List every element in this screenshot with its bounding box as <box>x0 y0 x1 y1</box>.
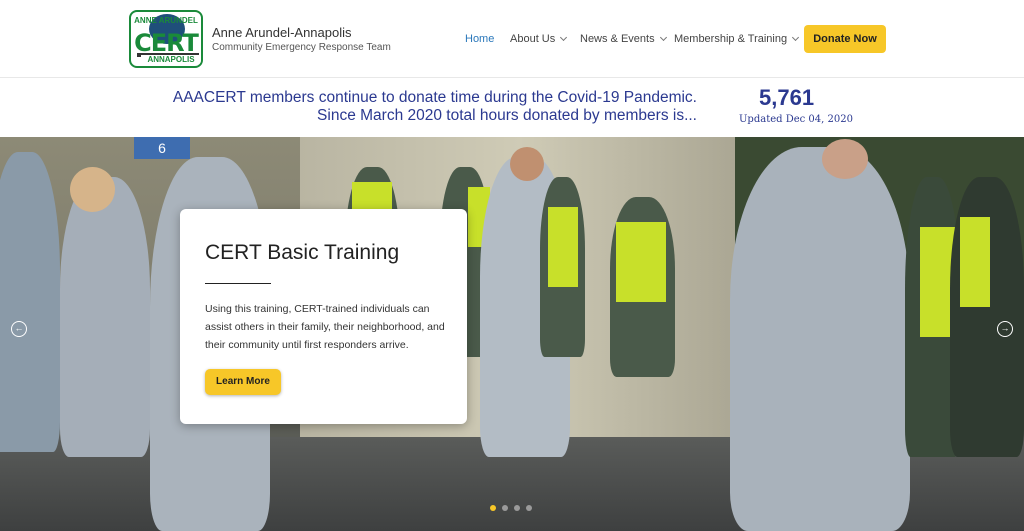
slide-dot-3[interactable] <box>514 505 520 511</box>
safety-vest <box>616 222 666 302</box>
nav-about-us-label: About Us <box>510 33 556 45</box>
nav-about-us[interactable]: About Us <box>510 33 568 45</box>
site-subtitle: Community Emergency Response Team <box>212 42 391 53</box>
banner-line-2: Since March 2020 total hours donated by … <box>317 107 697 124</box>
logo-bottom-text: ANNAPOLIS <box>141 55 201 64</box>
wall-sign: 6 <box>134 137 190 159</box>
nav-membership-training[interactable]: Membership & Training <box>674 33 800 45</box>
hero-slider: 6 CERT Basic Training Using this trainin… <box>0 137 1024 531</box>
safety-vest <box>960 217 990 307</box>
nav-membership-training-label: Membership & Training <box>674 33 788 45</box>
site-logo[interactable]: ANNE ARUNDEL CERT ANNAPOLIS <box>129 10 203 68</box>
arrow-right-circle-icon[interactable]: → <box>997 321 1013 337</box>
person-silhouette <box>60 177 150 457</box>
donate-button[interactable]: Donate Now <box>804 25 886 53</box>
nav-news-events-label: News & Events <box>580 33 655 45</box>
person-head <box>822 139 868 179</box>
person-silhouette <box>0 152 60 452</box>
safety-vest <box>548 207 578 287</box>
hours-counter: 5,761 <box>759 85 815 110</box>
person-head <box>70 167 115 212</box>
learn-more-button[interactable]: Learn More <box>205 369 281 395</box>
arrow-left-circle-icon[interactable]: ← <box>11 321 27 337</box>
chevron-down-icon <box>560 33 568 42</box>
slide-indicators <box>490 498 538 516</box>
slide-dot-4[interactable] <box>526 505 532 511</box>
title-divider <box>205 283 271 284</box>
person-silhouette <box>730 147 910 531</box>
logo-top-text: ANNE ARUNDEL <box>134 16 198 25</box>
chevron-down-icon <box>659 33 667 42</box>
site-header: ANNE ARUNDEL CERT ANNAPOLIS Anne Arundel… <box>0 0 1024 78</box>
banner-message: AAACERT members continue to donate time … <box>173 89 697 125</box>
banner-line-1: AAACERT members continue to donate time … <box>172 89 697 106</box>
slide-dot-1[interactable] <box>490 505 496 511</box>
site-title[interactable]: Anne Arundel-Annapolis <box>212 25 352 40</box>
slide-card: CERT Basic Training Using this training,… <box>180 209 467 424</box>
slide-title: CERT Basic Training <box>205 241 400 264</box>
updated-date: Updated Dec 04, 2020 <box>739 114 853 125</box>
slide-dot-2[interactable] <box>502 505 508 511</box>
nav-home-label: Home <box>465 33 495 45</box>
slide-description: Using this training, CERT-trained indivi… <box>205 303 445 351</box>
chevron-down-icon <box>792 33 800 42</box>
nav-home[interactable]: Home <box>465 33 494 45</box>
person-head <box>510 147 544 181</box>
donation-banner: AAACERT members continue to donate time … <box>0 79 1024 137</box>
nav-news-events[interactable]: News & Events <box>580 33 667 45</box>
